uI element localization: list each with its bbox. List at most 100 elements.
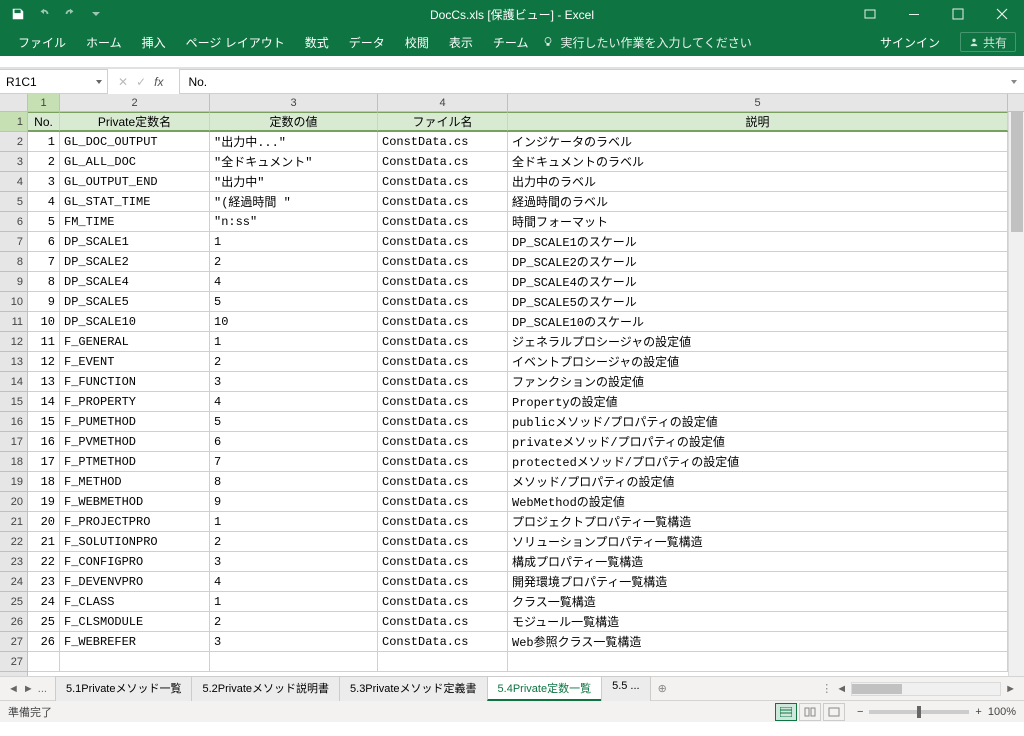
zoom-slider[interactable]	[869, 710, 969, 714]
name-box[interactable]: R1C1	[0, 69, 108, 94]
select-all-corner[interactable]	[0, 94, 28, 111]
undo-icon[interactable]	[36, 6, 52, 22]
cell[interactable]: 6	[210, 432, 378, 451]
cell[interactable]: 3	[28, 172, 60, 191]
cell[interactable]: F_EVENT	[60, 352, 210, 371]
cells-area[interactable]: No.Private定数名定数の値ファイル名説明1GL_DOC_OUTPUT"出…	[28, 112, 1008, 676]
header-cell-file[interactable]: ファイル名	[378, 112, 508, 131]
cell[interactable]: 出力中のラベル	[508, 172, 1008, 191]
cell[interactable]: インジケータのラベル	[508, 132, 1008, 151]
ribbon-tab-7[interactable]: 表示	[439, 28, 483, 56]
cell[interactable]: ConstData.cs	[378, 412, 508, 431]
row-header[interactable]: 21	[0, 512, 27, 532]
cell[interactable]: ConstData.cs	[378, 252, 508, 271]
view-normal-icon[interactable]	[775, 703, 797, 721]
ribbon-tab-3[interactable]: ページ レイアウト	[176, 28, 295, 56]
cell[interactable]: ConstData.cs	[378, 292, 508, 311]
cell[interactable]: 19	[28, 492, 60, 511]
row-header[interactable]: 8	[0, 252, 27, 272]
cell[interactable]: ファンクションの設定値	[508, 372, 1008, 391]
row-header[interactable]: 7	[0, 232, 27, 252]
cell[interactable]: メソッド/プロパティの設定値	[508, 472, 1008, 491]
cell[interactable]: 14	[28, 392, 60, 411]
cell[interactable]: "(経過時間 "	[210, 192, 378, 211]
cell[interactable]: ConstData.cs	[378, 192, 508, 211]
cell[interactable]: 7	[28, 252, 60, 271]
redo-icon[interactable]	[62, 6, 78, 22]
cell[interactable]: 経過時間のラベル	[508, 192, 1008, 211]
cell[interactable]: ConstData.cs	[378, 472, 508, 491]
row-header[interactable]: 2	[0, 132, 27, 152]
cell[interactable]: 17	[28, 452, 60, 471]
ribbon-tab-0[interactable]: ファイル	[8, 28, 76, 56]
cell[interactable]: 7	[210, 452, 378, 471]
sheet-tab[interactable]: 5.4Private定数一覧	[487, 676, 603, 701]
cell[interactable]: DP_SCALE2のスケール	[508, 252, 1008, 271]
row-header[interactable]: 25	[0, 592, 27, 612]
cell[interactable]: 4	[210, 272, 378, 291]
cell[interactable]: F_PVMETHOD	[60, 432, 210, 451]
col-header-2[interactable]: 2	[60, 94, 210, 111]
view-page-layout-icon[interactable]	[799, 703, 821, 721]
sheet-tab[interactable]: 5.5 ...	[601, 676, 651, 701]
ribbon-tab-8[interactable]: チーム	[483, 28, 539, 56]
hscroll-thumb[interactable]	[852, 684, 902, 694]
cell[interactable]: protectedメソッド/プロパティの設定値	[508, 452, 1008, 471]
cell[interactable]: DP_SCALE10	[60, 312, 210, 331]
cell[interactable]	[508, 652, 1008, 671]
formula-input[interactable]: No.	[179, 69, 1024, 94]
cell[interactable]: 2	[210, 352, 378, 371]
cell[interactable]: F_CONFIGPRO	[60, 552, 210, 571]
row-header[interactable]: 27	[0, 632, 27, 652]
ribbon-tab-4[interactable]: 数式	[295, 28, 339, 56]
cell[interactable]: 4	[28, 192, 60, 211]
cell[interactable]: プロジェクトプロパティ一覧構造	[508, 512, 1008, 531]
cell[interactable]: DP_SCALE10のスケール	[508, 312, 1008, 331]
cell[interactable]: GL_STAT_TIME	[60, 192, 210, 211]
minimize-button[interactable]	[892, 0, 936, 28]
cell[interactable]: 全ドキュメントのラベル	[508, 152, 1008, 171]
cell[interactable]: 1	[210, 332, 378, 351]
cell[interactable]: 1	[210, 232, 378, 251]
cell[interactable]: WebMethodの設定値	[508, 492, 1008, 511]
cell[interactable]: 3	[210, 632, 378, 651]
hscroll-right-icon[interactable]: ►	[1005, 683, 1016, 695]
cell[interactable]: DP_SCALE2	[60, 252, 210, 271]
row-header[interactable]: 4	[0, 172, 27, 192]
row-header[interactable]: 15	[0, 392, 27, 412]
cell[interactable]: 12	[28, 352, 60, 371]
enter-icon[interactable]: ✓	[136, 75, 146, 89]
row-header[interactable]: 10	[0, 292, 27, 312]
cell[interactable]: 9	[28, 292, 60, 311]
cell[interactable]: 10	[28, 312, 60, 331]
cell[interactable]: ConstData.cs	[378, 552, 508, 571]
cell[interactable]: "全ドキュメント"	[210, 152, 378, 171]
cell[interactable]: 1	[210, 592, 378, 611]
view-page-break-icon[interactable]	[823, 703, 845, 721]
row-header[interactable]: 16	[0, 412, 27, 432]
cell[interactable]: ConstData.cs	[378, 172, 508, 191]
header-cell-name[interactable]: Private定数名	[60, 112, 210, 131]
cell[interactable]: 13	[28, 372, 60, 391]
cell[interactable]: "出力中"	[210, 172, 378, 191]
row-header[interactable]: 23	[0, 552, 27, 572]
row-header[interactable]: 6	[0, 212, 27, 232]
cell[interactable]	[210, 652, 378, 671]
sign-in-link[interactable]: サインイン	[870, 34, 950, 51]
sheet-tab[interactable]: 5.3Privateメソッド定義書	[339, 676, 488, 701]
close-button[interactable]	[980, 0, 1024, 28]
cell[interactable]: 21	[28, 532, 60, 551]
header-cell-val[interactable]: 定数の値	[210, 112, 378, 131]
cell[interactable]: ConstData.cs	[378, 372, 508, 391]
ribbon-tab-5[interactable]: データ	[339, 28, 395, 56]
header-cell-desc[interactable]: 説明	[508, 112, 1008, 131]
cell[interactable]: モジュール一覧構造	[508, 612, 1008, 631]
cell[interactable]: F_PROJECTPRO	[60, 512, 210, 531]
cell[interactable]: F_GENERAL	[60, 332, 210, 351]
row-header[interactable]: 1	[0, 112, 27, 132]
cell[interactable]: GL_DOC_OUTPUT	[60, 132, 210, 151]
cell[interactable]: Propertyの設定値	[508, 392, 1008, 411]
cell[interactable]: FM_TIME	[60, 212, 210, 231]
col-header-4[interactable]: 4	[378, 94, 508, 111]
cell[interactable]: ソリューションプロパティ一覧構造	[508, 532, 1008, 551]
